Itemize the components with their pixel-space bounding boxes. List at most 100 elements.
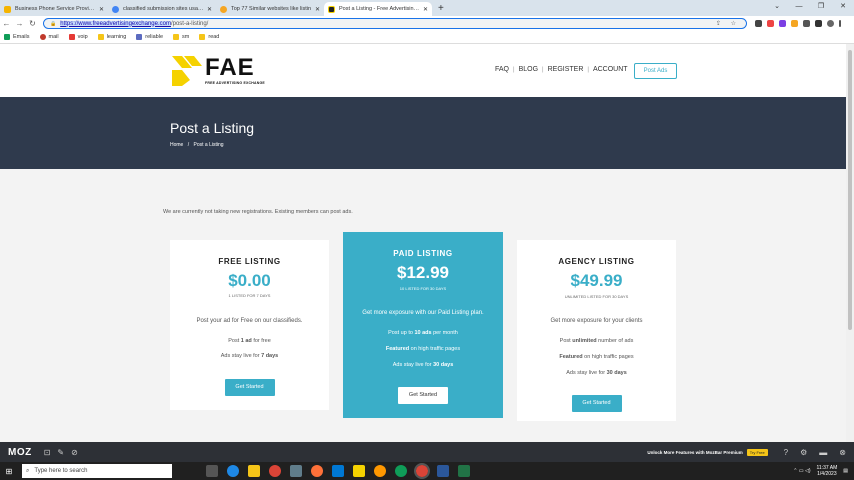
site-header: FAE FREE ADVERTISING EXCHANGE FAQ | BLOG… bbox=[0, 44, 846, 97]
bookmark-item[interactable]: Emails bbox=[4, 34, 30, 40]
tab-favicon bbox=[220, 5, 227, 13]
main-nav: FAQ | BLOG | REGISTER | ACCOUNT bbox=[495, 66, 628, 73]
logo-text: FAE FREE ADVERTISING EXCHANGE bbox=[205, 56, 265, 86]
plan-subtitle: 1 LISTED FOR 7 DAYS bbox=[228, 293, 271, 298]
try-free-button[interactable]: Try Free bbox=[746, 448, 768, 456]
chrome-icon[interactable] bbox=[269, 465, 281, 477]
system-tray: ⌃ ▭ ◁) 11:37 AM 1/4/2023 ▤ bbox=[793, 465, 848, 477]
browser-tab-active[interactable]: Post a Listing - Free Advertising E ✕ bbox=[324, 2, 432, 16]
bookmarks-bar: Emails mail voip learning reliable sm re… bbox=[0, 31, 854, 44]
site-logo[interactable]: FAE FREE ADVERTISING EXCHANGE bbox=[172, 56, 265, 86]
feature-highlight: Featured bbox=[385, 346, 410, 352]
page-scrollbar[interactable] bbox=[846, 44, 854, 442]
extension-icon[interactable] bbox=[755, 20, 762, 27]
bookmark-item[interactable]: mail bbox=[39, 34, 59, 40]
nav-blog[interactable]: BLOG bbox=[519, 66, 538, 73]
plan-card-paid: PAID LISTING $12.99 10 LISTED FOR 30 DAY… bbox=[343, 232, 503, 418]
nav-register[interactable]: REGISTER bbox=[548, 66, 584, 73]
extension-icon[interactable] bbox=[767, 20, 774, 27]
url-path: /post-a-listing/ bbox=[170, 20, 209, 27]
taskbar-search-input[interactable]: ⌕ Type here to search bbox=[22, 464, 172, 478]
plan-feature: Ads stay live for 30 days bbox=[517, 370, 676, 376]
maximize-icon[interactable]: ❐ bbox=[810, 0, 832, 14]
help-icon[interactable]: ? bbox=[784, 448, 788, 457]
close-icon[interactable]: ✕ bbox=[99, 6, 104, 13]
chrome-icon[interactable] bbox=[414, 463, 430, 479]
forward-arrow-icon[interactable]: → bbox=[13, 19, 26, 28]
bookmark-label: read bbox=[208, 34, 220, 40]
back-arrow-icon[interactable]: ← bbox=[0, 19, 13, 28]
tray-icons[interactable]: ⌃ ▭ ◁) bbox=[793, 468, 810, 474]
nav-account[interactable]: ACCOUNT bbox=[593, 66, 628, 73]
firefox-icon[interactable] bbox=[311, 465, 323, 477]
puzzle-icon[interactable] bbox=[803, 20, 810, 27]
moz-logo[interactable]: MOZ bbox=[8, 447, 32, 458]
gear-icon[interactable]: ⚙ bbox=[800, 448, 807, 457]
reload-icon[interactable]: ↻ bbox=[26, 19, 39, 28]
breadcrumb-separator: / bbox=[187, 142, 190, 148]
bookmark-label: Emails bbox=[13, 34, 30, 40]
extension-icon[interactable] bbox=[791, 20, 798, 27]
breadcrumb-home[interactable]: Home bbox=[170, 142, 183, 148]
excel-icon[interactable] bbox=[458, 465, 470, 477]
scrollbar-thumb[interactable] bbox=[848, 50, 852, 330]
bookmark-folder[interactable]: read bbox=[199, 34, 219, 40]
extension-icon[interactable] bbox=[779, 20, 786, 27]
browser-tab[interactable]: classified submission sites usa 20 ✕ bbox=[108, 2, 216, 16]
chrome-icon[interactable] bbox=[395, 465, 407, 477]
windows-start-icon[interactable]: ⊞ bbox=[0, 467, 18, 476]
sticky-notes-icon[interactable] bbox=[353, 465, 365, 477]
app-icon[interactable] bbox=[374, 465, 386, 477]
new-tab-button[interactable]: + bbox=[432, 2, 450, 16]
chevron-down-icon[interactable]: ⌄ bbox=[766, 0, 788, 14]
url-input[interactable]: 🔒 https://www.freeadvertisingexchange.co… bbox=[43, 18, 747, 29]
sidepanel-icon[interactable] bbox=[815, 20, 822, 27]
task-view-icon[interactable] bbox=[206, 465, 218, 477]
page-analysis-icon[interactable]: ⊡ bbox=[44, 448, 51, 457]
feature-highlight: 7 days bbox=[261, 353, 279, 359]
feature-highlight: Featured bbox=[559, 354, 583, 360]
link-check-icon[interactable]: ⊘ bbox=[71, 448, 78, 457]
notifications-icon[interactable]: ▤ bbox=[843, 468, 848, 474]
bookmark-item[interactable]: voip bbox=[68, 34, 88, 40]
feature-highlight: 1 ad bbox=[240, 338, 252, 344]
taskbar-clock[interactable]: 11:37 AM 1/4/2023 bbox=[817, 465, 838, 477]
bookmark-label: sm bbox=[182, 34, 190, 40]
avatar[interactable] bbox=[827, 20, 834, 27]
share-icon[interactable]: ⇪ ☆ bbox=[716, 20, 740, 27]
feature-highlight: 30 days bbox=[433, 362, 454, 368]
edge-icon[interactable] bbox=[227, 465, 239, 477]
minimize-icon[interactable]: ▬ bbox=[819, 448, 827, 457]
nav-faq[interactable]: FAQ bbox=[495, 66, 509, 73]
kebab-menu-icon[interactable] bbox=[839, 20, 841, 27]
bookmark-folder[interactable]: learning bbox=[97, 34, 126, 40]
outlook-icon[interactable] bbox=[332, 465, 344, 477]
close-icon[interactable]: ✕ bbox=[423, 6, 428, 13]
minimize-icon[interactable]: — bbox=[788, 0, 810, 14]
plan-price: $12.99 bbox=[397, 263, 449, 282]
close-icon[interactable]: ⊗ bbox=[839, 448, 846, 457]
feature-text: Post bbox=[228, 338, 241, 344]
post-ads-button[interactable]: Post Ads bbox=[634, 63, 677, 79]
word-icon[interactable] bbox=[437, 465, 449, 477]
close-icon[interactable]: ✕ bbox=[207, 6, 212, 13]
bookmark-folder[interactable]: sm bbox=[173, 34, 189, 40]
highlight-icon[interactable]: ✎ bbox=[57, 448, 64, 457]
bookmark-icon bbox=[4, 34, 10, 40]
close-window-icon[interactable]: ✕ bbox=[832, 0, 854, 14]
app-icon[interactable] bbox=[290, 465, 302, 477]
browser-tab[interactable]: Top 77 Similar websites like listin ✕ bbox=[216, 2, 324, 16]
plan-feature: Featured on high traffic pages bbox=[517, 354, 676, 360]
plan-feature: Ads stay live for 30 days bbox=[343, 362, 503, 368]
feature-text: Ads stay live for bbox=[220, 353, 262, 359]
bookmark-item[interactable]: reliable bbox=[136, 34, 163, 40]
get-started-button[interactable]: Get Started bbox=[398, 387, 448, 404]
lock-icon[interactable]: 🔒 bbox=[50, 21, 56, 27]
get-started-button[interactable]: Get Started bbox=[571, 395, 622, 412]
get-started-button[interactable]: Get Started bbox=[224, 379, 275, 396]
file-explorer-icon[interactable] bbox=[248, 465, 260, 477]
logo-mark-icon bbox=[172, 56, 202, 86]
browser-tab[interactable]: Business Phone Service Provider ✕ bbox=[0, 2, 108, 16]
close-icon[interactable]: ✕ bbox=[315, 6, 320, 13]
tab-favicon bbox=[4, 5, 11, 13]
